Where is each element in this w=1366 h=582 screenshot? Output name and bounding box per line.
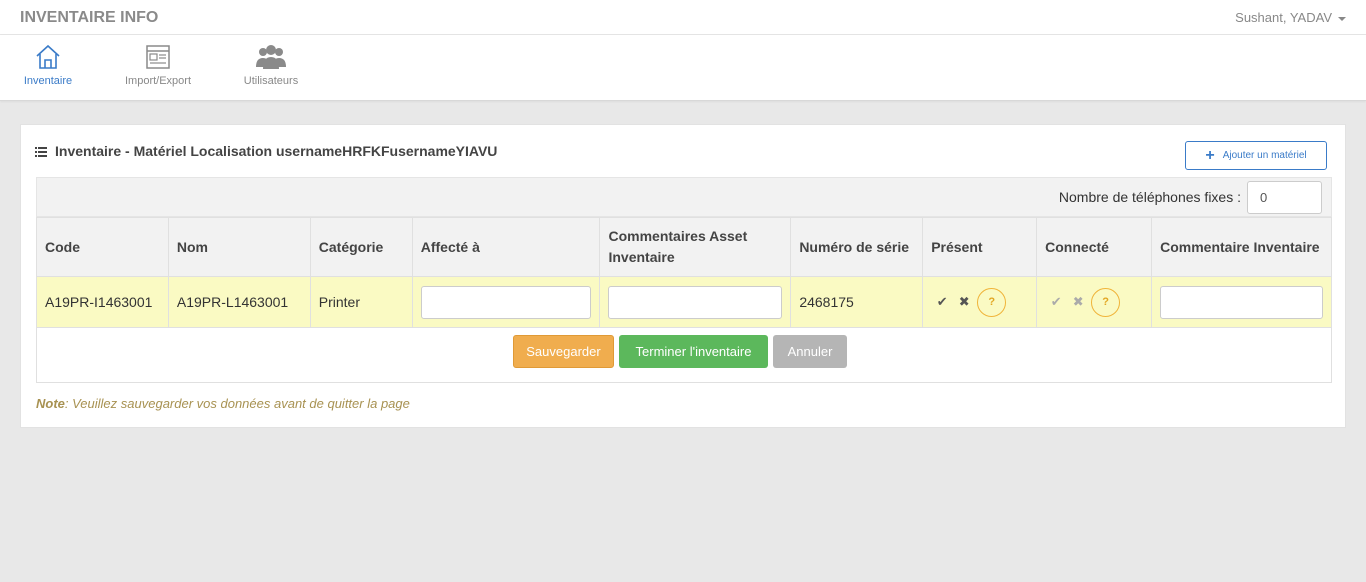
column-header-code[interactable]: Code [36, 217, 169, 277]
affecte-input[interactable] [420, 285, 592, 319]
table-header-row: Code Nom Catégorie Affecté à Commentaire… [36, 217, 1332, 277]
cell-present: ✔ ✖? [922, 276, 1038, 328]
nav-label: Utilisateurs [243, 75, 299, 87]
main-nav: Inventaire Import/Export Utilisateurs [0, 35, 1366, 101]
connected-yes-check-icon[interactable]: ✔ [1045, 294, 1067, 310]
user-menu[interactable]: Sushant, YADAV [1235, 10, 1346, 25]
user-name: Sushant, YADAV [1235, 10, 1332, 25]
column-header-nom[interactable]: Nom [167, 217, 311, 277]
table-row: A19PR-I1463001 A19PR-L1463001 Printer 24… [36, 276, 1332, 328]
phones-count-input[interactable] [1247, 181, 1322, 214]
column-header-numero-serie[interactable]: Numéro de série [790, 217, 924, 277]
add-material-label: Ajouter un matériel [1222, 149, 1307, 161]
column-header-present[interactable]: Présent [922, 217, 1038, 277]
finish-inventory-button[interactable]: Terminer l'inventaire [619, 335, 768, 368]
nav-label: Import/Export [124, 75, 192, 87]
users-icon [256, 45, 286, 69]
column-header-commentaires-asset[interactable]: Commentaires Asset Inventaire [599, 217, 792, 277]
app-title: INVENTAIRE INFO [20, 9, 159, 26]
cell-code: A19PR-I1463001 [36, 276, 169, 328]
nav-item-inventaire[interactable]: Inventaire [20, 43, 76, 87]
cell-categorie: Printer [309, 276, 413, 328]
cell-nom: A19PR-L1463001 [167, 276, 311, 328]
column-header-affecte[interactable]: Affecté à [411, 217, 601, 277]
column-header-commentaire-inventaire[interactable]: Commentaire Inventaire [1151, 217, 1332, 277]
cell-affecte [411, 276, 601, 328]
inventory-table: Code Nom Catégorie Affecté à Commentaire… [36, 217, 1332, 328]
cancel-button[interactable]: Annuler [773, 335, 847, 368]
present-no-cross-icon[interactable]: ✖ [953, 294, 975, 310]
caret-down-icon [1338, 16, 1346, 21]
panel-title-text: Inventaire - Matériel Localisation usern… [55, 143, 498, 159]
nav-item-import-export[interactable]: Import/Export [116, 43, 200, 87]
commentaires-asset-input[interactable] [608, 285, 783, 319]
column-header-connecte[interactable]: Connecté [1036, 217, 1153, 277]
cell-numero-serie: 2468175 [790, 276, 924, 328]
actions-row: Sauvegarder Terminer l'inventaire Annule… [36, 327, 1332, 383]
cell-commentaire-inventaire [1151, 276, 1332, 328]
present-yes-check-icon[interactable]: ✔ [931, 294, 953, 310]
inventory-panel: Inventaire - Matériel Localisation usern… [20, 124, 1346, 428]
save-note: Note: Veuillez sauvegarder vos données a… [36, 396, 410, 411]
import-export-icon [146, 45, 170, 69]
phones-bar: Nombre de téléphones fixes : [36, 177, 1332, 217]
note-text: : Veuillez sauvegarder vos données avant… [64, 396, 410, 411]
commentaire-inventaire-input[interactable] [1160, 285, 1323, 319]
home-icon [36, 44, 60, 69]
present-unknown-question-icon[interactable]: ? [977, 287, 1007, 317]
note-label: Note [36, 396, 65, 411]
panel-title: Inventaire - Matériel Localisation usern… [35, 143, 497, 159]
nav-item-utilisateurs[interactable]: Utilisateurs [238, 43, 304, 87]
connected-unknown-question-icon[interactable]: ? [1091, 287, 1121, 317]
nav-label: Inventaire [23, 75, 73, 87]
column-header-categorie[interactable]: Catégorie [309, 217, 413, 277]
list-icon [35, 147, 47, 158]
add-material-button[interactable]: + Ajouter un matériel [1185, 141, 1327, 170]
cell-connecte: ✔ ✖? [1036, 276, 1153, 328]
plus-icon: + [1205, 146, 1215, 164]
cell-commentaires-asset [599, 276, 792, 328]
phones-label: Nombre de téléphones fixes : [1058, 189, 1241, 205]
save-button[interactable]: Sauvegarder [513, 335, 614, 368]
top-bar: INVENTAIRE INFO Sushant, YADAV [0, 0, 1366, 35]
connected-no-cross-icon[interactable]: ✖ [1067, 294, 1089, 310]
